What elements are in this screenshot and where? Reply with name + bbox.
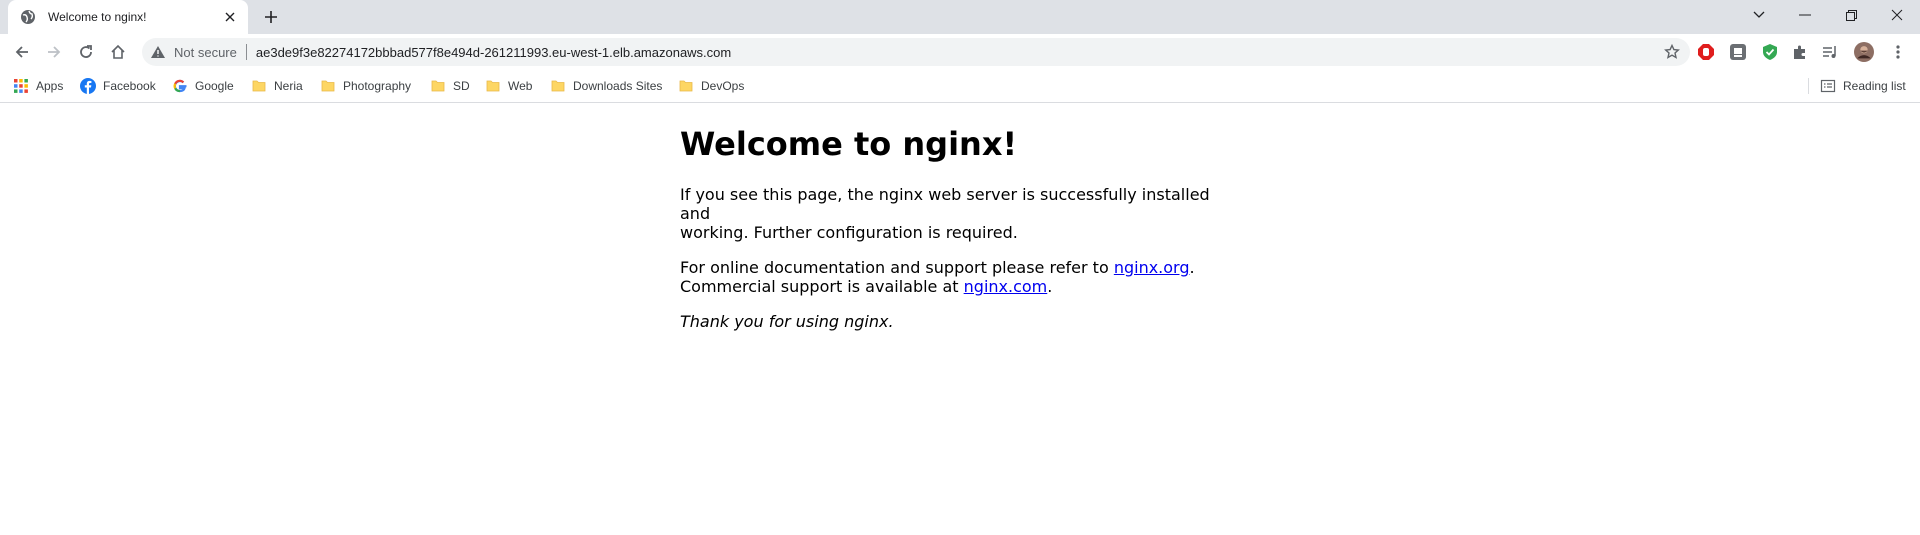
avatar[interactable] [1854,42,1874,62]
omnibox-divider [245,44,247,60]
bookmark-star-icon[interactable] [1664,44,1680,60]
bookmark-folder-web[interactable]: Web [485,78,532,94]
forward-icon[interactable] [42,40,66,64]
reading-list-button[interactable]: Reading list [1820,78,1906,94]
menu-kebab-icon[interactable] [1888,42,1908,62]
reload-icon[interactable] [74,40,98,64]
globe-icon [20,9,36,25]
bookmarks-divider [1808,78,1809,94]
folder-icon [678,78,694,94]
media-queue-icon[interactable] [1820,42,1840,62]
new-tab-button[interactable] [262,8,280,26]
tab-title: Welcome to nginx! [48,10,147,24]
page-title: Welcome to nginx! [680,125,1018,163]
extensions-puzzle-icon[interactable] [1790,42,1810,62]
address-bar[interactable]: Not secure ae3de9f3e82274172bbbad577f8e4… [142,38,1690,66]
page-content: Welcome to nginx! If you see this page, … [680,112,1240,331]
bookmark-folder-sd[interactable]: SD [430,78,470,94]
intro-line-2: working. Further configuration is requir… [680,223,1018,242]
back-icon[interactable] [10,40,34,64]
support-text-2: . [1189,258,1195,277]
folder-icon [251,78,267,94]
bookmark-label: Downloads Sites [573,79,663,93]
support-paragraph: For online documentation and support ple… [680,258,1240,296]
bookmark-google[interactable]: Google [172,78,234,94]
adblock-extension-icon[interactable] [1696,42,1716,62]
intro-line-1: If you see this page, the nginx web serv… [680,185,1210,223]
bookmark-folder-neria[interactable]: Neria [251,78,303,94]
nginx-org-link[interactable]: nginx.org [1114,258,1190,277]
support-text-4: . [1047,277,1053,296]
support-text-3: Commercial support is available at [680,277,964,296]
folder-icon [550,78,566,94]
close-window-icon[interactable] [1874,0,1920,30]
bookmark-label: DevOps [701,79,745,93]
minimize-icon[interactable] [1782,0,1828,30]
restore-icon[interactable] [1828,0,1874,30]
bookmark-folder-photography[interactable]: Photography [320,78,411,94]
facebook-icon [80,78,96,94]
toolbar: Not secure ae3de9f3e82274172bbbad577f8e4… [0,34,1920,70]
intro-paragraph: If you see this page, the nginx web serv… [680,185,1240,242]
bookmark-label: Google [195,79,234,93]
folder-icon [485,78,501,94]
reading-list-icon [1820,78,1836,94]
tab-close-icon[interactable] [222,9,238,25]
bookmark-label: Web [508,79,533,93]
bookmark-facebook[interactable]: Facebook [80,78,156,94]
tab-strip: Welcome to nginx! [0,0,1920,34]
thanks-text: Thank you for using nginx. [680,312,894,331]
extension-square-icon[interactable] [1728,42,1748,62]
bookmark-folder-downloads-sites[interactable]: Downloads Sites [550,78,662,94]
warning-icon[interactable] [150,44,166,60]
home-icon[interactable] [106,40,130,64]
bookmarks-bar: Apps Facebook Google Neria Photography S… [0,70,1920,103]
bookmark-label: Facebook [103,79,156,93]
folder-icon [320,78,336,94]
tab-active[interactable]: Welcome to nginx! [8,0,248,34]
bookmark-label: Photography [343,79,412,93]
nginx-com-link[interactable]: nginx.com [964,277,1048,296]
google-icon [172,78,188,94]
security-label[interactable]: Not secure [174,45,237,60]
shield-check-icon[interactable] [1760,42,1780,62]
apps-grid-icon [13,78,29,94]
url-text[interactable]: ae3de9f3e82274172bbbad577f8e494d-2612119… [256,45,731,60]
bookmark-folder-devops[interactable]: DevOps [678,78,744,94]
support-text-1: For online documentation and support ple… [680,258,1114,277]
tab-search-icon[interactable] [1736,0,1782,30]
folder-icon [430,78,446,94]
bookmark-label: Apps [36,79,64,93]
bookmark-apps[interactable]: Apps [13,78,63,94]
reading-list-label: Reading list [1843,79,1906,93]
bookmark-label: Neria [274,79,303,93]
bookmark-label: SD [453,79,470,93]
